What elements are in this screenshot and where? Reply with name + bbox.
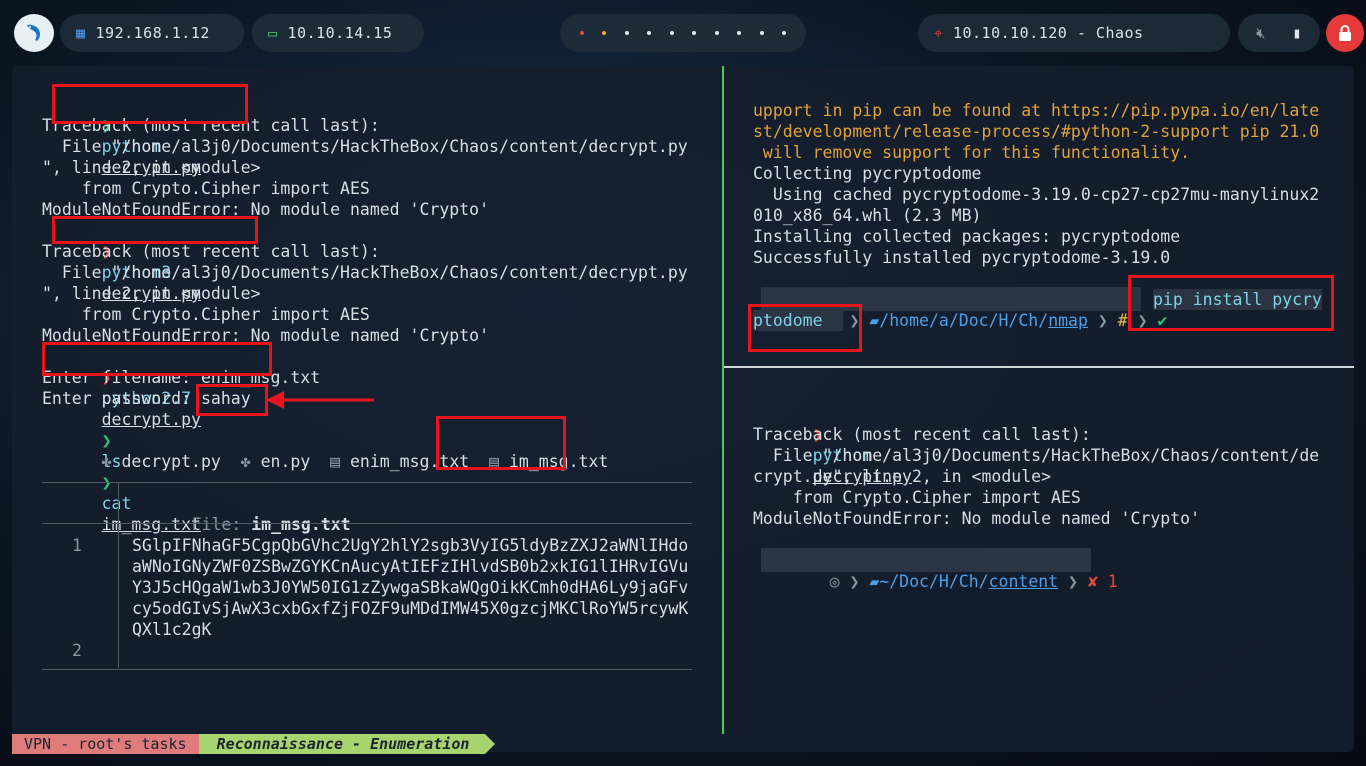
line-number: 2 — [72, 641, 82, 660]
workspace-dot-2[interactable] — [602, 31, 607, 35]
text-file-icon: ▤ — [330, 452, 341, 471]
terminal-window[interactable]: ❯ python decrypt.py Traceback (most rece… — [12, 66, 1354, 752]
pane-divider-horizontal[interactable] — [724, 366, 1354, 368]
output-line: Installing collected packages: pycryptod… — [753, 227, 1181, 246]
power-button[interactable] — [1326, 14, 1364, 52]
bat-separator — [42, 523, 692, 524]
folder-icon: ▰ — [869, 572, 880, 591]
warning-line: st/development/release-process/#python-2… — [753, 122, 1320, 141]
annotation-arrow-icon — [266, 391, 374, 409]
vpn-ip-text: 10.10.14.15 — [287, 24, 393, 42]
distro-logo-button[interactable] — [14, 14, 54, 52]
path-prefix: ~/Doc/H/Ch/ — [879, 572, 989, 591]
powerline-prompt-text: ◎ ❯ ▰~/Doc/H/Ch/content ❯ ✘ 1 — [829, 572, 1118, 591]
bat-content-line: QXl1c2gK — [132, 620, 212, 639]
bat-separator — [42, 482, 692, 483]
output-line: ModuleNotFoundError: No module named 'Cr… — [753, 509, 1201, 528]
mute-icon[interactable]: 🔇︎ — [1256, 24, 1266, 42]
bat-content-line: aWNoIGNyZWF0ZSBwZGYKCnAucyAtIEFzIHlvdSB0… — [132, 557, 689, 576]
lock-icon — [1339, 25, 1351, 41]
python-file-icon: ✤ — [240, 452, 251, 471]
window-name[interactable]: Reconnaissance - Enumeration — [198, 734, 496, 754]
exit-code: ✘ 1 — [1087, 572, 1118, 591]
workspace-dot-1[interactable] — [580, 31, 584, 35]
network-icon: ▦ — [76, 24, 86, 42]
workspace-dot-7[interactable] — [714, 31, 719, 35]
output-line: ", line 2, in <module> — [42, 284, 261, 303]
output-line: ", line 2, in <module> — [42, 158, 261, 177]
tmux-statusbar: VPN - root's tasks Reconnaissance - Enum… — [12, 734, 496, 754]
output-line: Traceback (most recent call last): — [42, 242, 380, 261]
output-line: crypt.py", line 2, in <module> — [753, 467, 1052, 486]
target-widget[interactable]: ⌖ 10.10.10.120 - Chaos — [918, 14, 1230, 52]
annotation-box — [748, 304, 862, 352]
bat-file-label: File: — [191, 515, 252, 534]
annotation-box — [52, 216, 258, 244]
output-line: from Crypto.Cipher import AES — [42, 179, 370, 198]
output-line: Traceback (most recent call last): — [753, 425, 1091, 444]
path-prefix: /home/a/Doc/H/Ch/ — [879, 311, 1049, 330]
password-label: Enter password: — [42, 389, 201, 408]
line-number: 1 — [72, 536, 82, 555]
bat-content-line: cy5odGIvSjAwX3cxbGxfZjFOZF9uMDdIMW45X0gz… — [132, 599, 689, 618]
output-line: File "/home/al3j0/Documents/HackTheBox/C… — [753, 446, 1320, 465]
file-name: en.py — [260, 452, 311, 471]
workspace-dot-10[interactable] — [781, 31, 786, 35]
root-indicator: # — [1117, 311, 1128, 330]
bat-content-line: Y3J5cHQgaW1wb3J0YW50IG1zZywgaSBkaWQgOikK… — [132, 578, 689, 597]
workspace-dot-4[interactable] — [647, 31, 652, 35]
output-line: 010_x86_64.whl (2.3 MB) — [753, 206, 982, 225]
output-line: Using cached pycryptodome-3.19.0-cp27-cp… — [753, 185, 1320, 204]
output-line: Successfully installed pycryptodome-3.19… — [753, 248, 1171, 267]
crosshair-icon: ⌖ — [934, 24, 943, 42]
session-name[interactable]: VPN - root's tasks — [12, 734, 199, 754]
warning-line: will remove support for this functionali… — [753, 143, 1191, 162]
bat-content-line: SGlpIFNhaGF5CgpQbGVhc2UgY2hlY2sgb3VyIG5l… — [132, 536, 689, 555]
command: cat — [101, 494, 132, 513]
target-text: 10.10.10.120 - Chaos — [952, 24, 1144, 42]
local-ip-text: 192.168.1.12 — [95, 24, 210, 42]
workspace-dot-5[interactable] — [669, 31, 674, 35]
path-dir: nmap — [1048, 311, 1088, 330]
output-line: File "/home/al3j0/Documents/HackTheBox/C… — [42, 137, 688, 156]
bird-icon — [27, 24, 41, 41]
output-line: from Crypto.Cipher import AES — [753, 488, 1081, 507]
output-line: Collecting pycryptodome — [753, 164, 982, 183]
workspace-dot-8[interactable] — [737, 31, 742, 35]
annotation-box — [42, 342, 272, 376]
pane-divider-vertical[interactable] — [722, 66, 724, 734]
output-line: File "/home/al3j0/Documents/HackTheBox/C… — [42, 263, 688, 282]
annotation-box — [196, 384, 268, 416]
system-tray[interactable]: 🔇︎ ▮ — [1238, 14, 1320, 52]
bat-separator — [42, 669, 692, 670]
output-line: from Crypto.Cipher import AES — [42, 305, 370, 324]
annotation-box — [436, 416, 566, 470]
warning-line: upport in pip can be found at https://pi… — [753, 101, 1320, 120]
vpn-ip-widget[interactable]: ▭ 10.10.14.15 — [252, 14, 424, 52]
workspace-dot-9[interactable] — [759, 31, 764, 35]
annotation-box — [52, 84, 248, 124]
os-icon: ◎ — [829, 572, 840, 591]
laptop-icon: ▭ — [268, 24, 278, 42]
bat-file-name: im_msg.txt — [251, 515, 351, 534]
bat-gutter — [118, 482, 119, 668]
path-dir: content — [988, 572, 1059, 591]
workspace-dot-3[interactable] — [624, 31, 629, 35]
folder-icon: ▰ — [869, 311, 880, 330]
local-ip-widget[interactable]: ▦ 192.168.1.12 — [60, 14, 244, 52]
battery-icon[interactable]: ▮ — [1292, 24, 1302, 42]
annotation-box — [1128, 275, 1334, 331]
workspace-dot-6[interactable] — [692, 31, 697, 35]
workspace-switcher[interactable] — [560, 14, 806, 52]
